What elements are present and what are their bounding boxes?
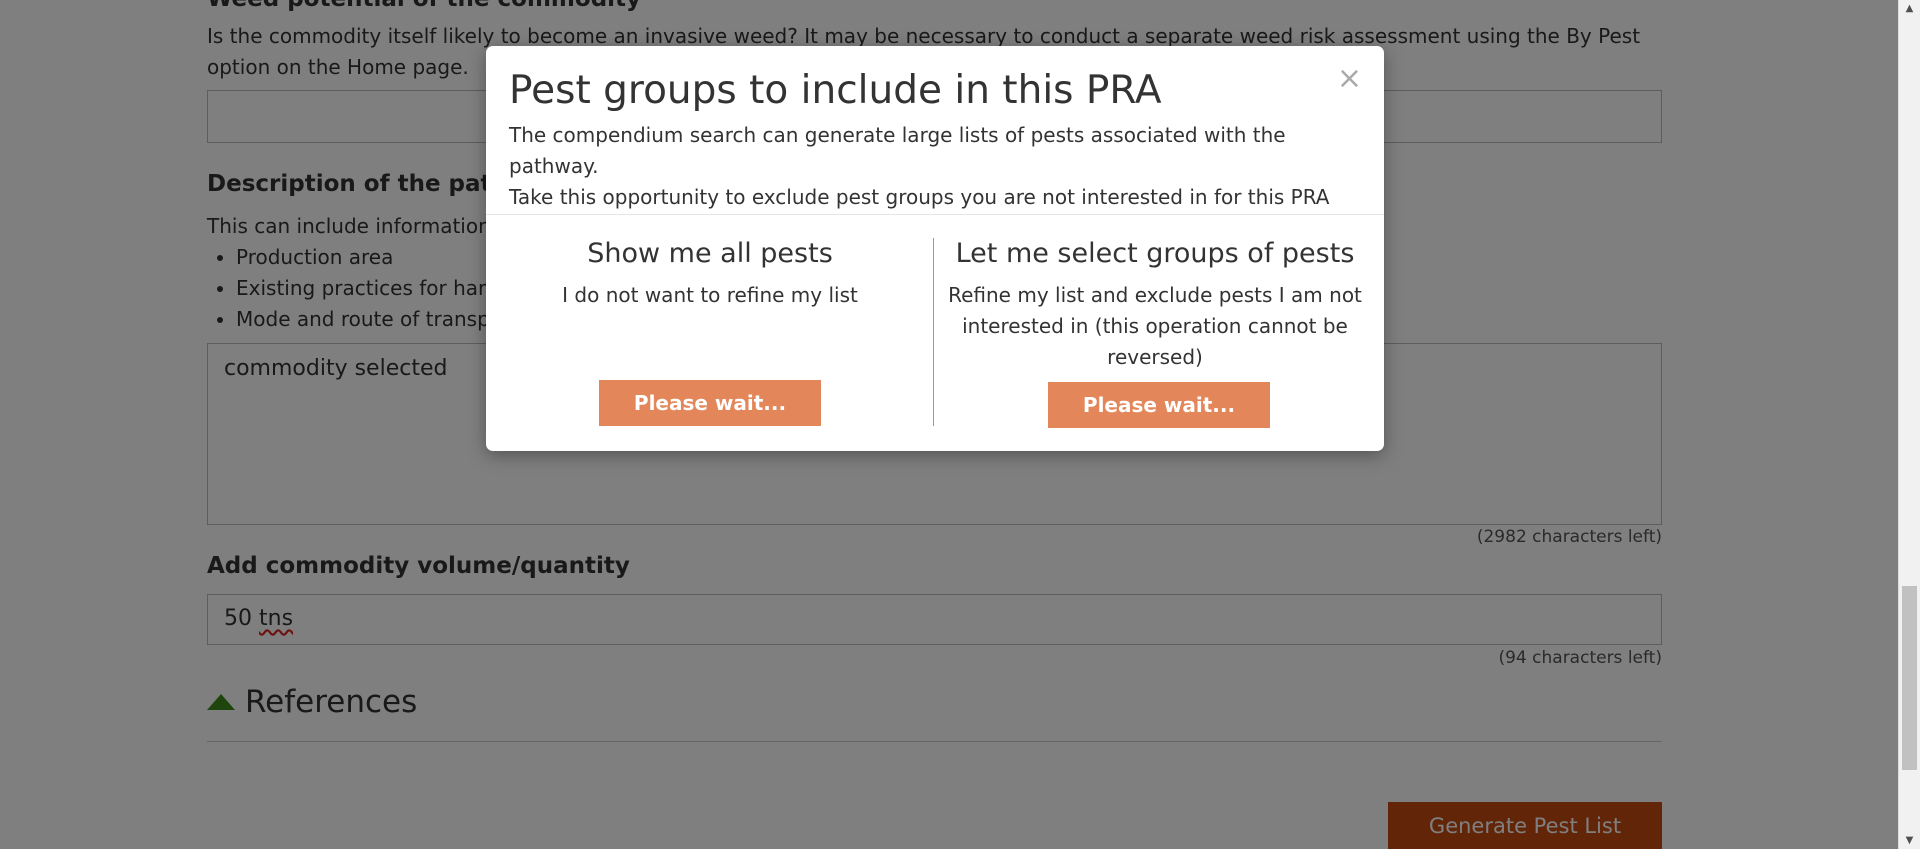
modal-intro-line: The compendium search can generate large… (509, 123, 1286, 178)
chevron-down-icon[interactable]: ▼ (1899, 832, 1920, 849)
close-icon[interactable]: × (1337, 64, 1362, 94)
modal-divider (486, 214, 1384, 215)
scrollbar-thumb[interactable] (1902, 586, 1917, 770)
column-divider (933, 238, 934, 426)
scrollbar[interactable]: ▲ ▼ (1898, 0, 1920, 849)
show-all-pests-column: Show me all pests I do not want to refin… (496, 234, 924, 311)
show-all-pests-heading: Show me all pests (587, 238, 833, 269)
chevron-up-icon[interactable]: ▲ (1899, 0, 1920, 17)
select-groups-button[interactable]: Please wait... (1048, 382, 1270, 428)
select-groups-column: Let me select groups of pests Refine my … (936, 234, 1374, 373)
modal-intro: The compendium search can generate large… (509, 120, 1369, 213)
pest-groups-modal: × Pest groups to include in this PRA The… (486, 46, 1384, 451)
modal-intro-line: Take this opportunity to exclude pest gr… (509, 185, 1330, 209)
select-groups-heading: Let me select groups of pests (955, 238, 1355, 269)
modal-title: Pest groups to include in this PRA (509, 68, 1162, 113)
show-all-pests-button[interactable]: Please wait... (599, 380, 821, 426)
select-groups-text: Refine my list and exclude pests I am no… (948, 283, 1362, 369)
show-all-pests-text: I do not want to refine my list (562, 283, 858, 307)
